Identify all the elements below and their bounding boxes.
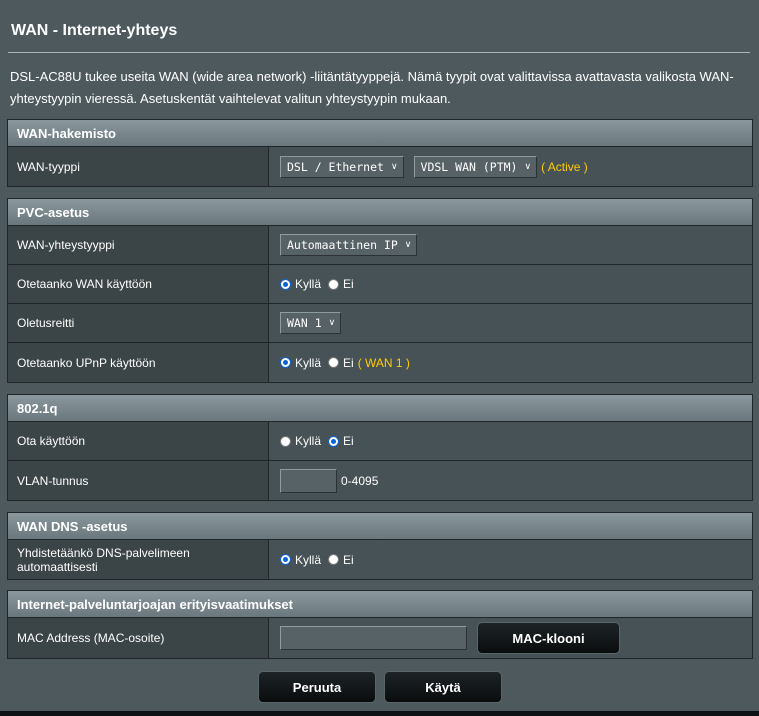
radio-unselected-icon [280,435,291,447]
page-description: DSL-AC88U tukee useita WAN (wide area ne… [10,69,734,106]
dns-auto-label: Yhdistetäänkö DNS-palvelimeen automaatti… [8,540,269,579]
section-header: WAN-hakemisto [8,120,752,147]
vlan-id-label: VLAN-tunnus [8,461,269,500]
mac-address-label: MAC Address (MAC-osoite) [8,618,269,658]
action-bar: Peruuta Käytä [258,671,502,703]
row-enable-wan: Otetaanko WAN käyttöön Kyllä Ei [8,265,752,304]
page-title: WAN - Internet-yhteys [11,22,178,39]
section-wan-index: WAN-hakemisto WAN-tyyppi DSL / Ethernet … [7,119,753,187]
enable-wan-no-radio[interactable]: Ei [328,277,354,291]
cancel-button[interactable]: Peruuta [258,671,376,703]
default-route-select[interactable]: WAN 1 ∨ [280,312,342,334]
section-header: PVC-asetus [8,199,752,226]
wan-type-select[interactable]: DSL / Ethernet ∨ [280,155,404,178]
row-wan-type: WAN-tyyppi DSL / Ethernet ∨ VDSL WAN (PT… [8,147,752,186]
radio-selected-icon [280,278,291,290]
default-route-label: Oletusreitti [8,304,269,342]
enable-wan-yes-radio[interactable]: Kyllä [280,277,321,291]
enable-upnp-label: Otetaanko UPnP käyttöön [8,343,269,382]
section-vlan: 802.1q Ota käyttöön Kyllä Ei VLAN-tunnus… [7,394,753,501]
dsl-mode-select[interactable]: VDSL WAN (PTM) ∨ [413,155,538,178]
chevron-down-icon: ∨ [524,161,532,172]
radio-unselected-icon [328,278,340,290]
page-bottom-edge [0,711,759,716]
row-default-route: Oletusreitti WAN 1 ∨ [8,304,752,343]
row-mac-address: MAC Address (MAC-osoite) MAC-klooni [8,618,752,658]
connection-type-select[interactable]: Automaattinen IP ∨ [280,234,418,256]
section-wan-dns: WAN DNS -asetus Yhdistetäänkö DNS-palvel… [7,512,753,580]
radio-unselected-icon [328,357,340,368]
apply-button[interactable]: Käytä [384,671,502,703]
wan-status-note: ( Active ) [541,159,588,174]
enable-wan-label: Otetaanko WAN käyttöön [8,265,269,303]
wan-settings-page: WAN - Internet-yhteys DSL-AC88U tukee us… [0,0,759,716]
vlan-enable-label: Ota käyttöön [8,422,269,460]
vlan-id-input[interactable] [280,468,337,493]
section-header: WAN DNS -asetus [8,513,752,540]
section-isp: Internet-palveluntarjoajan erityisvaatim… [7,590,753,659]
enable-upnp-no-radio[interactable]: Ei [328,356,354,370]
row-enable-upnp: Otetaanko UPnP käyttöön Kyllä Ei ( WAN 1… [8,343,752,382]
vlan-enable-yes-radio[interactable]: Kyllä [280,434,321,448]
upnp-wan-note: ( WAN 1 ) [357,355,410,370]
radio-selected-icon [328,435,340,447]
section-pvc: PVC-asetus WAN-yhteystyyppi Automaattine… [7,198,753,383]
section-header: 802.1q [8,395,752,422]
chevron-down-icon: ∨ [404,240,412,250]
row-connection-type: WAN-yhteystyyppi Automaattinen IP ∨ [8,226,752,265]
radio-selected-icon [280,554,291,565]
vlan-id-range: 0-4095 [341,473,379,488]
dns-auto-yes-radio[interactable]: Kyllä [280,553,321,567]
dns-auto-no-radio[interactable]: Ei [328,553,354,567]
radio-selected-icon [280,357,291,368]
title-divider [8,52,750,53]
connection-type-label: WAN-yhteystyyppi [8,226,269,264]
chevron-down-icon: ∨ [328,318,336,328]
mac-address-input[interactable] [280,626,467,650]
wan-type-label: WAN-tyyppi [8,147,269,186]
mac-clone-button[interactable]: MAC-klooni [477,622,620,654]
chevron-down-icon: ∨ [390,161,398,172]
radio-unselected-icon [328,554,340,565]
row-vlan-enable: Ota käyttöön Kyllä Ei [8,422,752,461]
enable-upnp-yes-radio[interactable]: Kyllä [280,356,321,370]
vlan-enable-no-radio[interactable]: Ei [328,434,354,448]
row-vlan-id: VLAN-tunnus 0-4095 [8,461,752,500]
section-header: Internet-palveluntarjoajan erityisvaatim… [8,591,752,618]
row-dns-auto: Yhdistetäänkö DNS-palvelimeen automaatti… [8,540,752,579]
